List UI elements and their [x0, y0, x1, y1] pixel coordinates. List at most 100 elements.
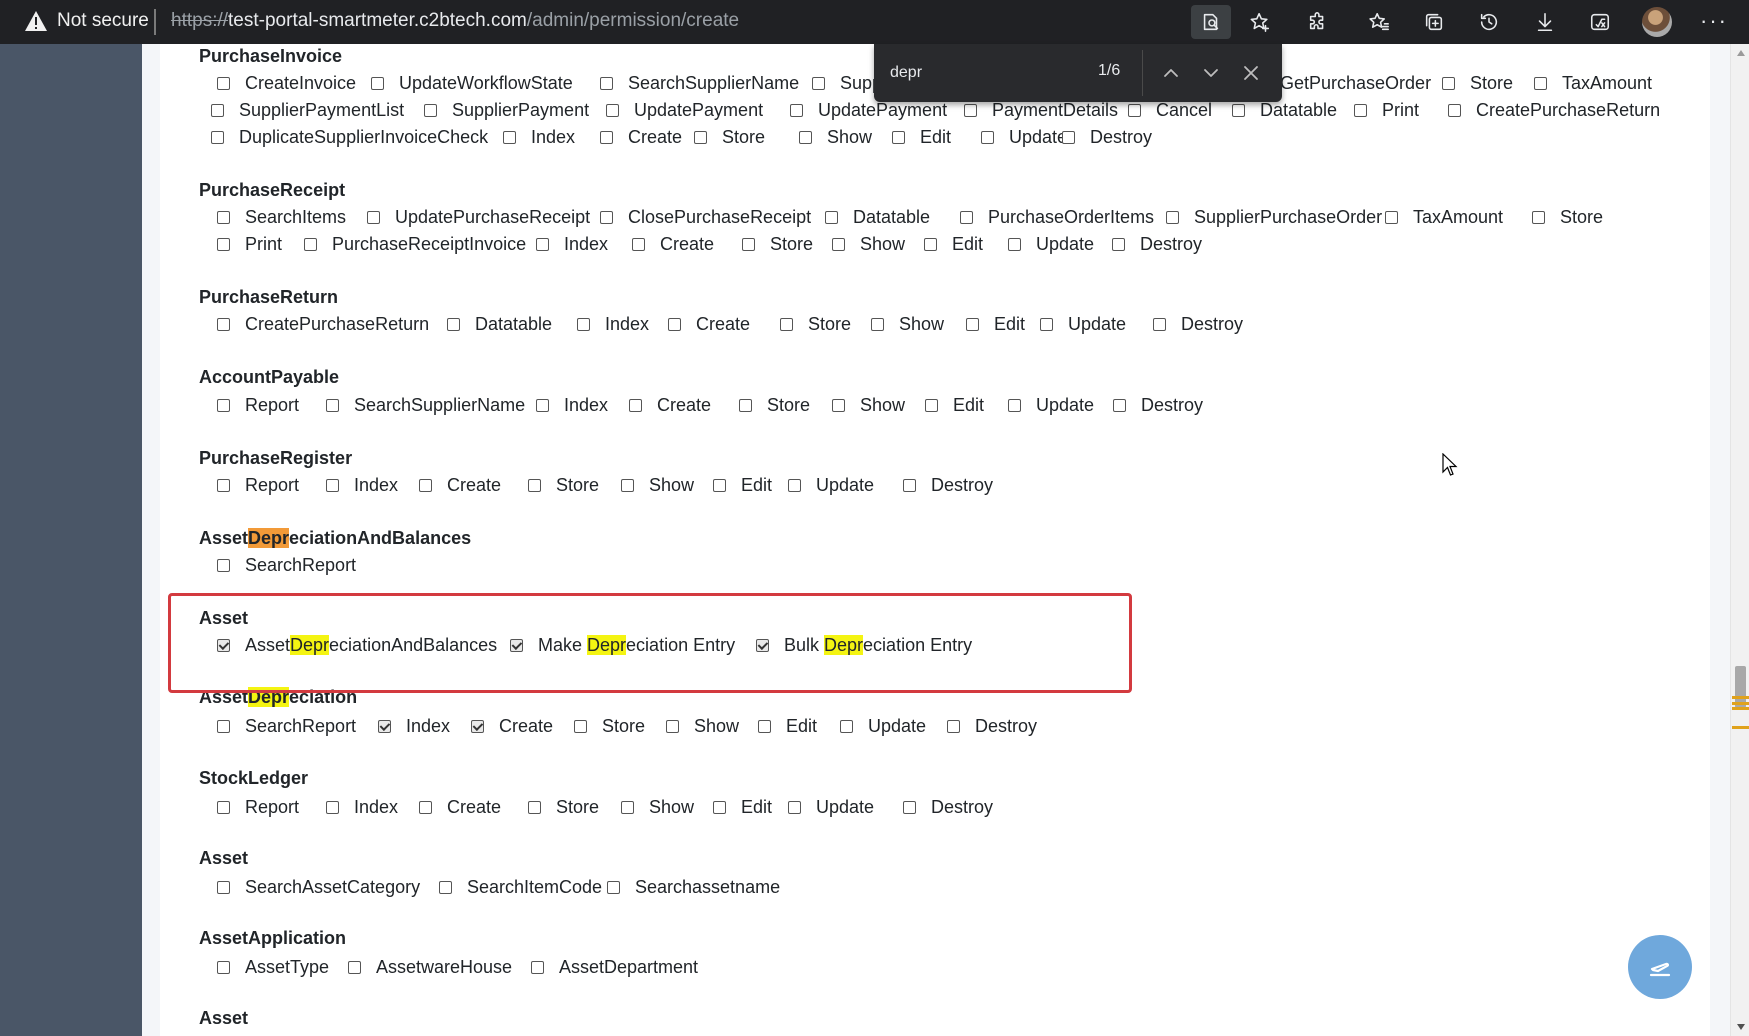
page-scrollbar[interactable]	[1730, 44, 1749, 1036]
permission-item-store[interactable]: Store	[574, 713, 645, 739]
add-favorite-button[interactable]	[1240, 5, 1280, 39]
checkbox[interactable]	[713, 800, 726, 814]
checkbox[interactable]	[217, 880, 230, 894]
permission-item-create[interactable]: Create	[419, 472, 501, 498]
permission-item-show[interactable]: Show	[871, 311, 944, 337]
checkbox[interactable]	[1008, 398, 1021, 412]
checkbox[interactable]	[825, 210, 838, 224]
permission-item-edit[interactable]: Edit	[966, 311, 1025, 337]
checkbox[interactable]	[1040, 317, 1053, 331]
permission-item-search-report[interactable]: SearchReport	[217, 713, 356, 739]
permission-item-search-asset-category[interactable]: SearchAssetCategory	[217, 874, 420, 900]
permission-item-edit[interactable]: Edit	[924, 231, 983, 257]
permission-item-update[interactable]: Update	[788, 472, 874, 498]
checkbox[interactable]	[574, 719, 587, 733]
checkbox[interactable]	[536, 237, 549, 251]
permission-item-create[interactable]: Create	[629, 392, 711, 418]
permission-item-duplicate-supplier-invoice-check[interactable]: DuplicateSupplierInvoiceCheck	[211, 124, 488, 150]
checkbox[interactable]	[903, 478, 916, 492]
permission-item-purchase-receipt-invoice[interactable]: PurchaseReceiptInvoice	[304, 231, 526, 257]
checkbox[interactable]	[758, 719, 771, 733]
checkbox[interactable]	[217, 478, 230, 492]
permission-item-store[interactable]: Store	[528, 472, 599, 498]
extensions-button[interactable]	[1298, 5, 1338, 39]
find-input[interactable]	[888, 58, 1112, 88]
checkbox[interactable]	[1385, 210, 1398, 224]
permission-item-supplier-payment-list[interactable]: SupplierPaymentList	[211, 97, 404, 123]
checkbox[interactable]	[371, 76, 384, 90]
checkbox[interactable]	[780, 317, 793, 331]
permission-item-create[interactable]: Create	[600, 124, 682, 150]
checkbox[interactable]	[419, 800, 432, 814]
checkbox[interactable]	[840, 719, 853, 733]
checkbox[interactable]	[981, 130, 994, 144]
checkbox[interactable]	[1128, 103, 1141, 117]
find-previous-button[interactable]	[1156, 58, 1186, 88]
profile-avatar[interactable]	[1642, 7, 1672, 37]
permission-item-create[interactable]: Create	[419, 794, 501, 820]
checkbox[interactable]	[668, 317, 681, 331]
permission-item-tax-amount[interactable]: TaxAmount	[1385, 204, 1503, 230]
permission-item-create[interactable]: Create	[668, 311, 750, 337]
scroll-down-arrow[interactable]	[1737, 1024, 1745, 1030]
permission-item-print[interactable]: Print	[217, 231, 282, 257]
checkbox[interactable]	[1153, 317, 1166, 331]
checkbox[interactable]	[326, 398, 339, 412]
checkbox[interactable]	[960, 210, 973, 224]
checkbox[interactable]	[1008, 237, 1021, 251]
permission-item-show[interactable]: Show	[799, 124, 872, 150]
checkbox[interactable]	[606, 103, 619, 117]
checkbox[interactable]	[964, 103, 977, 117]
permission-item-edit[interactable]: Edit	[892, 124, 951, 150]
permission-item-update[interactable]: Update	[788, 794, 874, 820]
checkbox[interactable]	[217, 317, 230, 331]
checkbox[interactable]	[217, 960, 230, 974]
permission-item-purchase-order-items[interactable]: PurchaseOrderItems	[960, 204, 1154, 230]
checkbox[interactable]	[742, 237, 755, 251]
floating-action-button[interactable]	[1628, 935, 1692, 999]
permission-item-create[interactable]: Create	[471, 713, 553, 739]
checkbox[interactable]	[304, 237, 317, 251]
checkbox[interactable]	[217, 398, 230, 412]
permission-item-destroy[interactable]: Destroy	[1113, 392, 1203, 418]
checkbox[interactable]	[528, 478, 541, 492]
permission-item-search-items[interactable]: SearchItems	[217, 204, 346, 230]
permission-item-search-item-code[interactable]: SearchItemCode	[439, 874, 602, 900]
permission-item-store[interactable]: Store	[528, 794, 599, 820]
checkbox[interactable]	[666, 719, 679, 733]
checkbox[interactable]	[348, 960, 361, 974]
find-next-button[interactable]	[1196, 58, 1226, 88]
permission-item-store[interactable]: Store	[739, 392, 810, 418]
checkbox[interactable]	[536, 398, 549, 412]
permission-item-destroy[interactable]: Destroy	[947, 713, 1037, 739]
checkbox[interactable]	[217, 558, 230, 572]
permission-item-index[interactable]: Index	[503, 124, 575, 150]
permission-item-destroy[interactable]: Destroy	[1062, 124, 1152, 150]
checkbox[interactable]	[1442, 76, 1455, 90]
checkbox[interactable]	[892, 130, 905, 144]
checkbox[interactable]	[326, 478, 339, 492]
permission-item-store[interactable]: Store	[780, 311, 851, 337]
permission-item-edit[interactable]: Edit	[713, 794, 772, 820]
checkbox[interactable]	[1532, 210, 1545, 224]
permission-item-create-purchase-return[interactable]: CreatePurchaseReturn	[1448, 97, 1660, 123]
permission-item-close-purchase-receipt[interactable]: ClosePurchaseReceipt	[600, 204, 811, 230]
permission-item-edit[interactable]: Edit	[713, 472, 772, 498]
checkbox[interactable]	[947, 719, 960, 733]
more-icon[interactable]: ···	[1700, 8, 1728, 34]
checkbox[interactable]	[211, 103, 224, 117]
permission-item-update[interactable]: Update	[840, 713, 926, 739]
permission-item-index[interactable]: Index	[326, 472, 398, 498]
checkbox[interactable]	[424, 103, 437, 117]
permission-item-store[interactable]: Store	[1442, 70, 1513, 96]
permission-item-report[interactable]: Report	[217, 794, 299, 820]
permission-item-create[interactable]: Create	[632, 231, 714, 257]
checkbox[interactable]	[217, 800, 230, 814]
checkbox[interactable]	[503, 130, 516, 144]
checkbox[interactable]	[607, 880, 620, 894]
permission-item-search-supplier-name[interactable]: SearchSupplierName	[600, 70, 799, 96]
permission-item-search-supplier-name[interactable]: SearchSupplierName	[326, 392, 525, 418]
checkbox-checked[interactable]	[471, 719, 484, 733]
checkbox[interactable]	[713, 478, 726, 492]
permission-item-create-purchase-return[interactable]: CreatePurchaseReturn	[217, 311, 429, 337]
